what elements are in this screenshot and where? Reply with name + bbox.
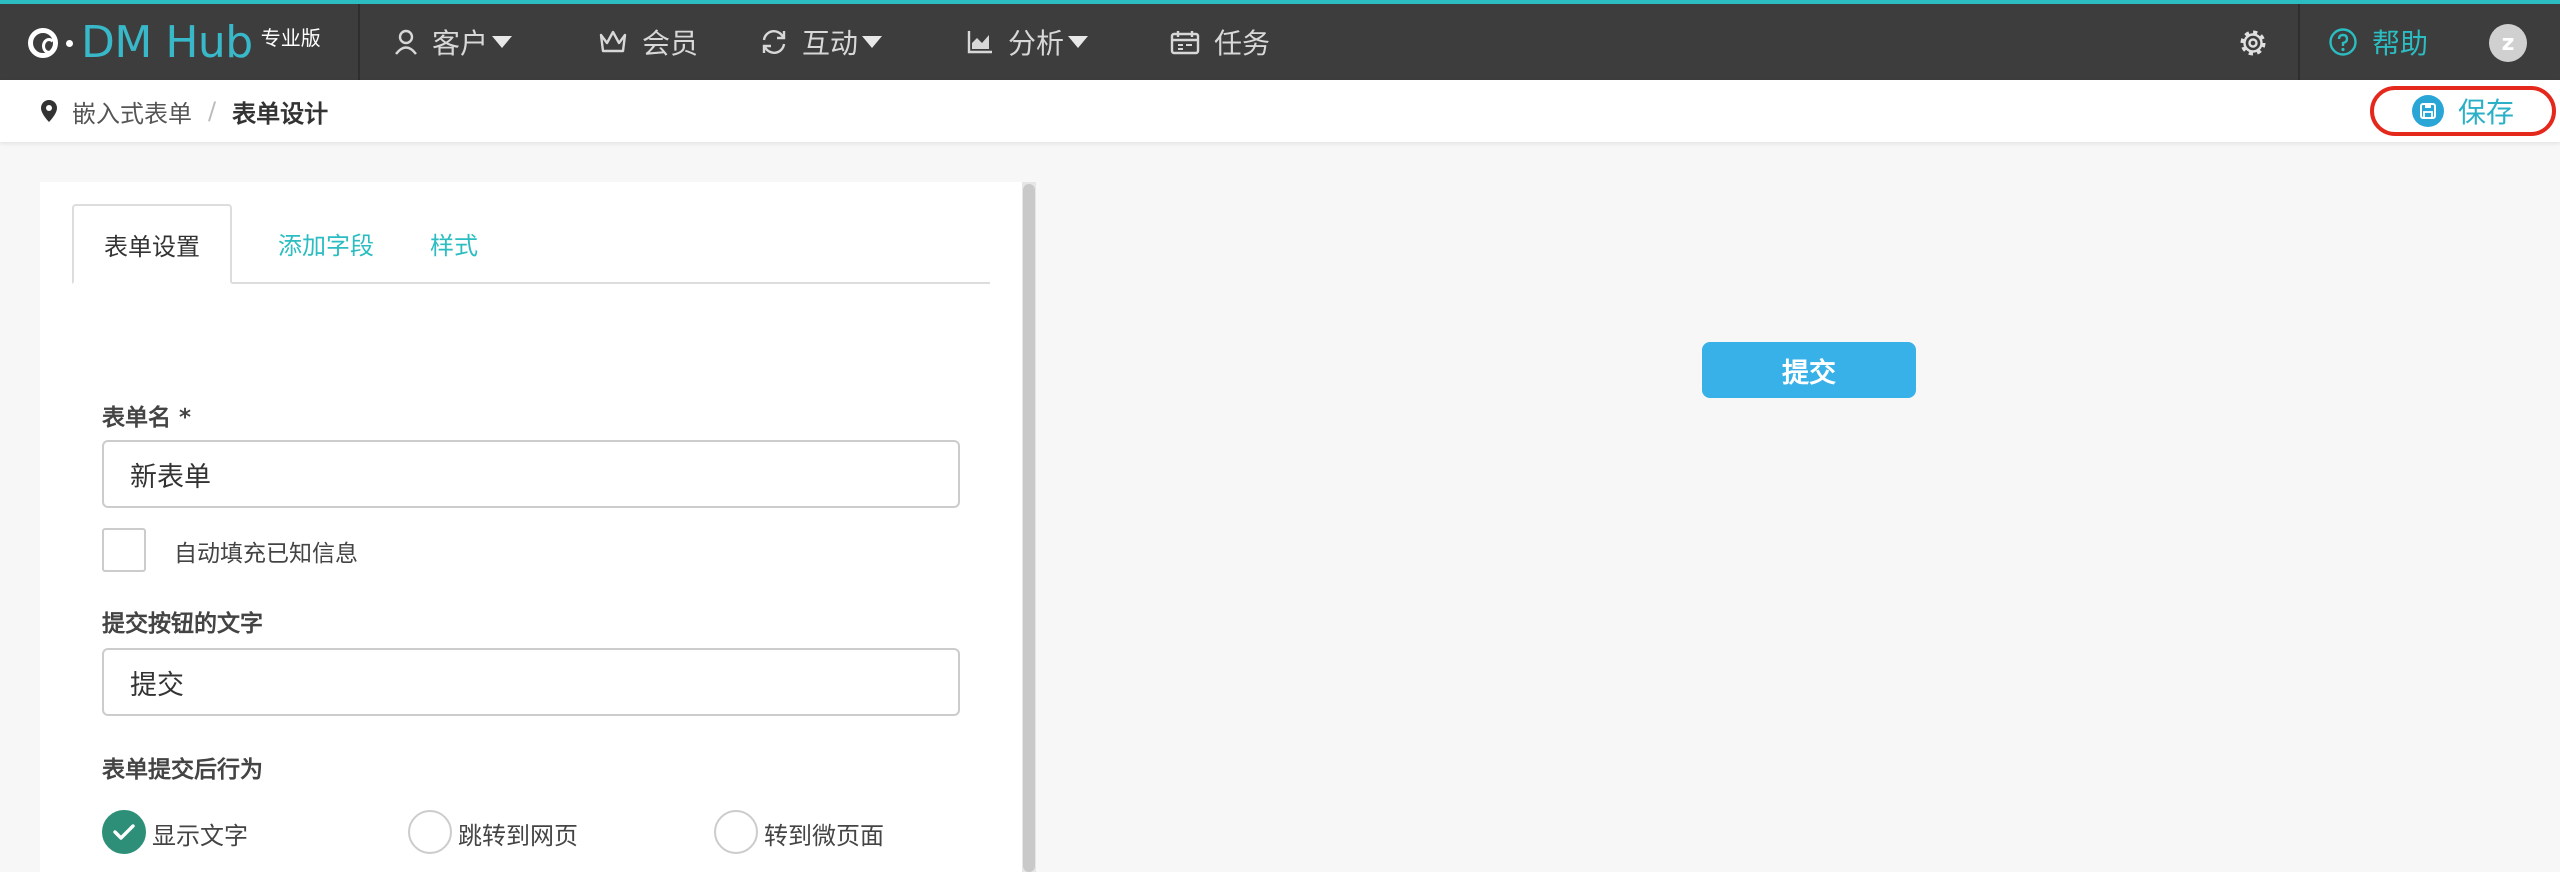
logo-dot bbox=[66, 39, 73, 47]
gear-icon bbox=[2240, 30, 2266, 56]
radio-micro-page[interactable] bbox=[714, 810, 758, 854]
autofill-checkbox[interactable] bbox=[102, 528, 146, 572]
brand-name: DM Hub bbox=[81, 17, 253, 68]
chevron-down-icon bbox=[492, 36, 513, 48]
radio-label-show-text: 显示文字 bbox=[152, 822, 248, 850]
breadcrumb-current: 表单设计 bbox=[232, 99, 329, 128]
preview-submit-label: 提交 bbox=[1782, 357, 1836, 389]
avatar[interactable]: z bbox=[2489, 24, 2527, 62]
nav-item-label: 互动 bbox=[802, 27, 859, 60]
nav-item-label: 会员 bbox=[642, 27, 699, 60]
nav-item-members[interactable]: 会员 bbox=[598, 4, 698, 80]
top-nav-bar: DM Hub 专业版 客户 会员 互动 分析 任务 帮助 z bbox=[0, 0, 2560, 80]
nav-item-tasks[interactable]: 任务 bbox=[1170, 4, 1270, 80]
help-label: 帮助 bbox=[2372, 27, 2429, 60]
save-icon bbox=[2411, 95, 2444, 127]
logo-mark-icon bbox=[28, 28, 58, 58]
nav-divider bbox=[2298, 4, 2300, 80]
tab-label: 表单设置 bbox=[104, 232, 200, 261]
nav-item-interaction[interactable]: 互动 bbox=[760, 4, 883, 80]
settings-button[interactable] bbox=[2236, 26, 2270, 64]
submit-text-label: 提交按钮的文字 bbox=[102, 611, 263, 637]
submit-text-value: 提交 bbox=[130, 669, 184, 701]
breadcrumb-bar: 嵌入式表单 / 表单设计 bbox=[0, 80, 2560, 142]
nav-item-label: 分析 bbox=[1008, 27, 1065, 60]
nav-item-analytics[interactable]: 分析 bbox=[966, 4, 1089, 80]
help-icon bbox=[2329, 28, 2357, 56]
panel-scrollbar-thumb[interactable] bbox=[1023, 184, 1035, 872]
refresh-icon bbox=[762, 30, 786, 54]
tab-label: 样式 bbox=[430, 231, 478, 260]
nav-item-label: 任务 bbox=[1214, 27, 1271, 60]
nav-divider bbox=[358, 4, 360, 80]
check-icon bbox=[113, 824, 135, 840]
chevron-down-icon bbox=[1068, 36, 1089, 48]
submit-text-input[interactable]: 提交 bbox=[102, 648, 960, 716]
breadcrumb: 嵌入式表单 / 表单设计 bbox=[40, 80, 328, 142]
breadcrumb-separator: / bbox=[208, 97, 217, 125]
brand-logo[interactable]: DM Hub 专业版 bbox=[28, 18, 321, 68]
radio-show-text[interactable] bbox=[102, 810, 146, 854]
tab-label: 添加字段 bbox=[278, 231, 374, 260]
calendar-icon bbox=[1170, 31, 1200, 55]
radio-label-micro-page: 转到微页面 bbox=[764, 822, 884, 850]
location-pin-icon bbox=[41, 100, 57, 122]
tab-form-settings[interactable]: 表单设置 bbox=[72, 204, 232, 284]
save-button[interactable]: 保存 bbox=[2370, 86, 2556, 136]
radio-label-redirect-url: 跳转到网页 bbox=[458, 822, 578, 850]
form-name-label: 表单名 * bbox=[102, 405, 192, 431]
radio-redirect-url[interactable] bbox=[408, 810, 452, 854]
preview-submit-button[interactable]: 提交 bbox=[1702, 342, 1916, 398]
chart-icon bbox=[967, 31, 992, 54]
form-settings-panel: 表单设置 添加字段 样式 表单名 * 新表单 自动填充已知信息 提交按钮的文字 … bbox=[40, 182, 1022, 872]
form-name-value: 新表单 bbox=[130, 461, 211, 493]
form-name-input[interactable]: 新表单 bbox=[102, 440, 960, 508]
nav-item-label: 客户 bbox=[432, 27, 489, 60]
settings-tabs: 表单设置 添加字段 样式 bbox=[72, 204, 990, 284]
breadcrumb-parent-link[interactable]: 嵌入式表单 bbox=[72, 94, 192, 129]
user-icon bbox=[395, 29, 417, 55]
after-submit-label: 表单提交后行为 bbox=[102, 757, 263, 783]
save-button-label: 保存 bbox=[2457, 96, 2514, 129]
chevron-down-icon bbox=[862, 36, 883, 48]
crown-icon bbox=[599, 30, 627, 53]
tab-style[interactable]: 样式 bbox=[414, 204, 494, 282]
autofill-label: 自动填充已知信息 bbox=[174, 541, 358, 567]
brand-edition: 专业版 bbox=[260, 26, 321, 50]
nav-item-customers[interactable]: 客户 bbox=[394, 4, 513, 80]
tab-add-fields[interactable]: 添加字段 bbox=[264, 204, 388, 282]
help-link[interactable]: 帮助 bbox=[2328, 4, 2428, 80]
